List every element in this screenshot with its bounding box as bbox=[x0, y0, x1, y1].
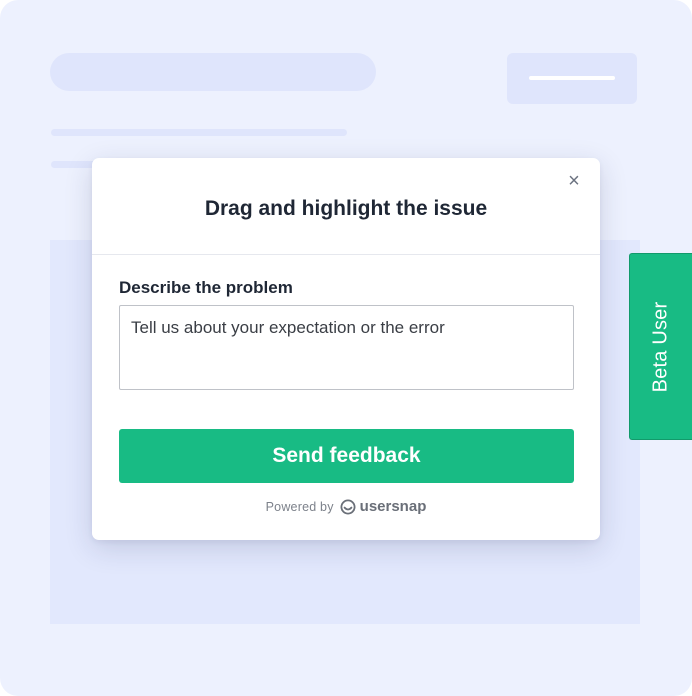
placeholder-button-line bbox=[529, 76, 615, 80]
placeholder-button bbox=[507, 53, 637, 104]
powered-by-footer: Powered by usersnap bbox=[92, 498, 600, 515]
placeholder-search-bar bbox=[50, 53, 376, 91]
usersnap-brand-name: usersnap bbox=[359, 498, 427, 515]
placeholder-text-line bbox=[51, 129, 347, 136]
feedback-dialog: × Drag and highlight the issue Describe … bbox=[92, 158, 600, 540]
beta-user-tab[interactable]: Beta User bbox=[629, 253, 692, 440]
problem-description-input[interactable] bbox=[119, 305, 574, 390]
powered-by-text: Powered by bbox=[265, 499, 334, 514]
beta-user-tab-label: Beta User bbox=[649, 301, 672, 392]
dialog-divider bbox=[92, 254, 600, 255]
usersnap-logo-icon bbox=[340, 499, 356, 514]
problem-field-label: Describe the problem bbox=[119, 278, 293, 297]
send-feedback-button[interactable]: Send feedback bbox=[119, 429, 574, 483]
dialog-title: Drag and highlight the issue bbox=[204, 197, 488, 220]
close-icon[interactable]: × bbox=[565, 171, 583, 191]
usersnap-brand-link[interactable]: usersnap bbox=[340, 498, 427, 515]
